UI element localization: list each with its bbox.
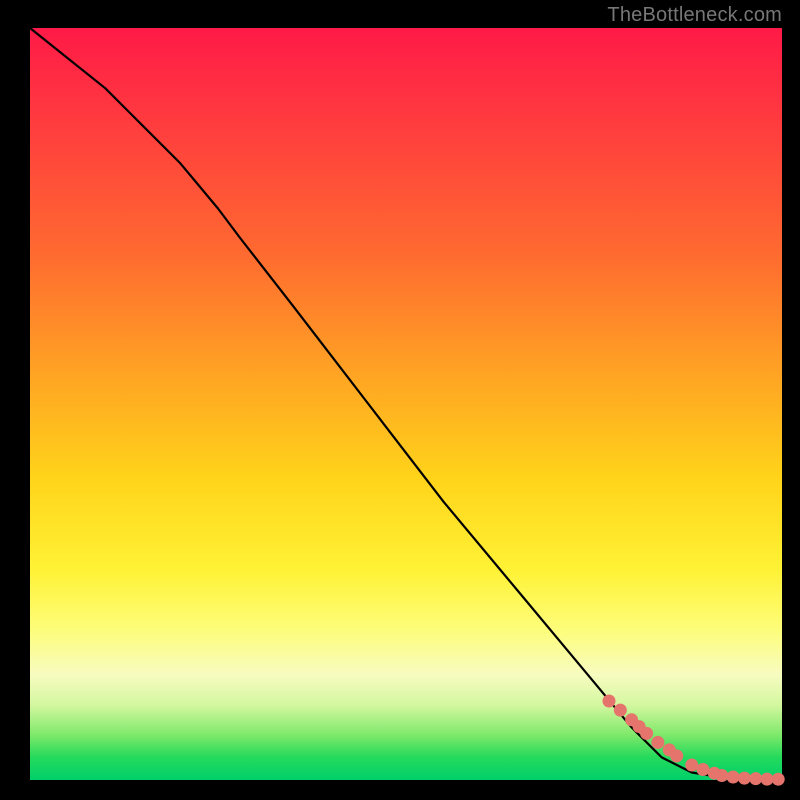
data-point [670,749,683,762]
chart-svg [30,28,782,780]
data-point [603,695,616,708]
data-point [727,771,740,784]
data-point [614,704,627,717]
data-point [749,772,762,785]
data-point [772,773,785,786]
bottleneck-curve [30,28,782,779]
data-point [761,773,774,786]
watermark-text: TheBottleneck.com [607,4,782,27]
data-point [697,763,710,776]
chart-frame: TheBottleneck.com [0,0,800,800]
data-point [685,759,698,772]
plot-area [30,28,782,780]
data-point [715,769,728,782]
data-point [640,727,653,740]
data-point [738,772,751,785]
data-point [651,736,664,749]
